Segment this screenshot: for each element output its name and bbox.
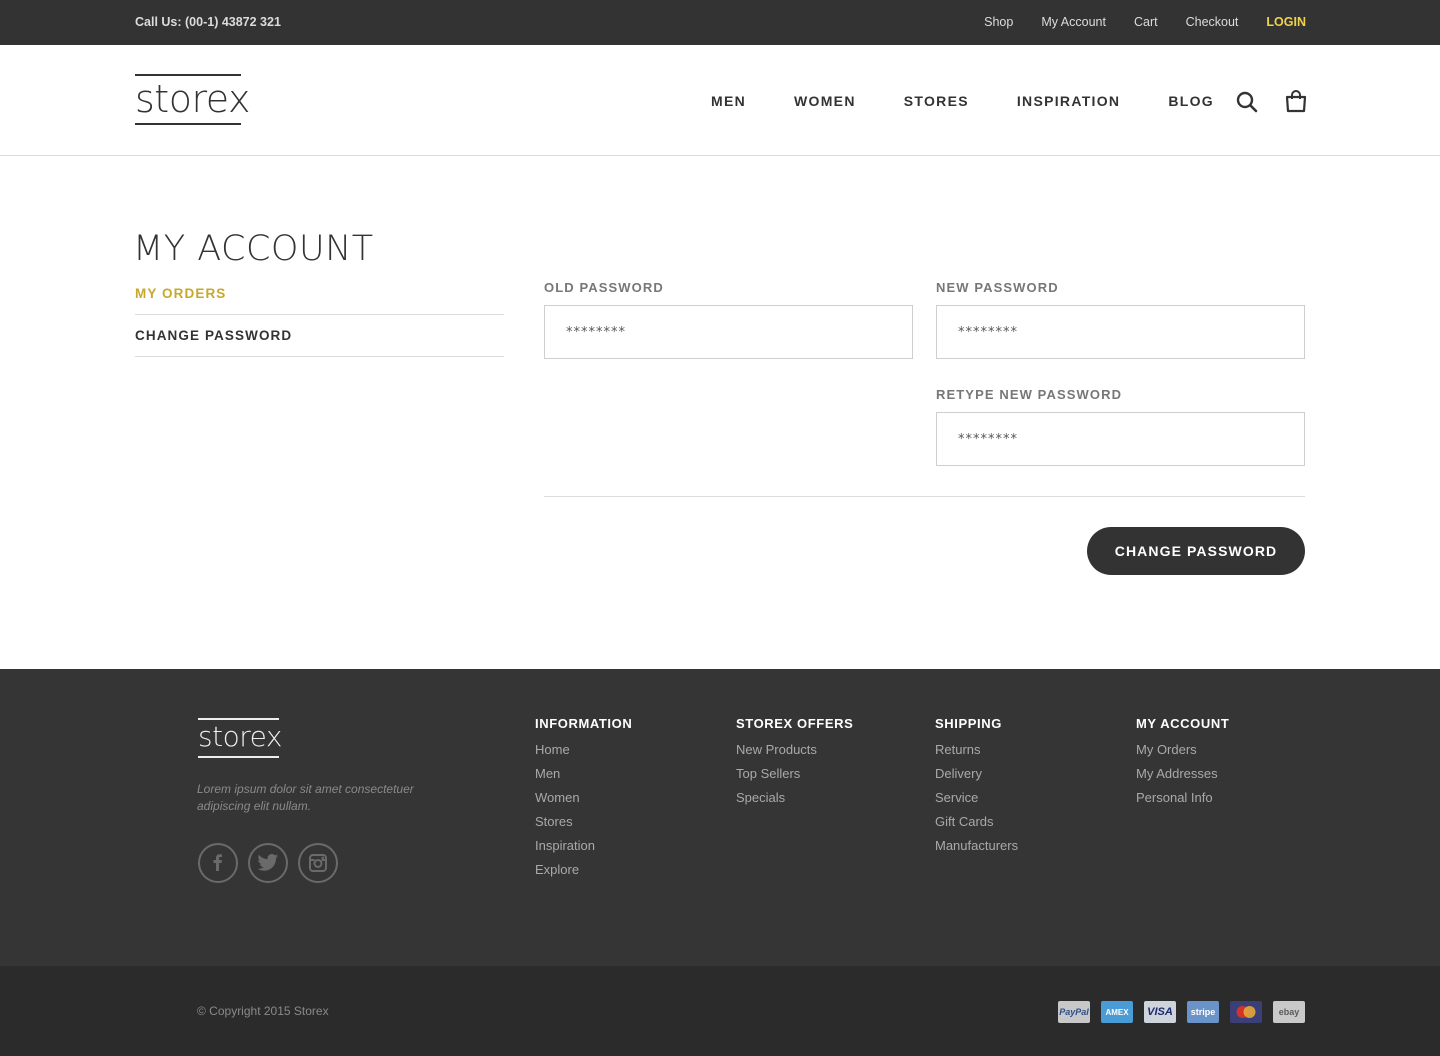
top-link-checkout[interactable]: Checkout	[1186, 15, 1239, 29]
footer-heading: SHIPPING	[935, 716, 1002, 731]
retype-password-field[interactable]: ********	[936, 412, 1305, 466]
top-link-my-account[interactable]: My Account	[1041, 15, 1106, 29]
bottom-bar: © Copyright 2015 Storex PayPal AMEX VISA…	[0, 966, 1440, 1056]
footer-link-personal-info[interactable]: Personal Info	[1136, 786, 1229, 810]
footer-link-returns[interactable]: Returns	[935, 738, 1018, 762]
call-us-text: Call Us: (00-1) 43872 321	[135, 15, 281, 29]
footer: storex Lorem ipsum dolor sit amet consec…	[0, 669, 1440, 966]
footer-column-shipping: SHIPPING Returns Delivery Service Gift C…	[935, 716, 1018, 858]
sidebar-item-change-password[interactable]: CHANGE PASSWORD	[135, 315, 504, 357]
logo[interactable]: storex	[135, 74, 250, 125]
footer-link-women[interactable]: Women	[535, 786, 632, 810]
new-password-label: NEW PASSWORD	[936, 280, 1059, 295]
footer-heading: STOREX OFFERS	[736, 716, 854, 731]
nav-blog[interactable]: BLOG	[1168, 93, 1214, 109]
footer-link-men[interactable]: Men	[535, 762, 632, 786]
ebay-icon: ebay	[1273, 1001, 1305, 1023]
footer-link-delivery[interactable]: Delivery	[935, 762, 1018, 786]
top-link-cart[interactable]: Cart	[1134, 15, 1158, 29]
footer-column-information: INFORMATION Home Men Women Stores Inspir…	[535, 716, 632, 882]
header: storex MEN WOMEN STORES INSPIRATION BLOG	[0, 45, 1440, 156]
facebook-icon[interactable]	[198, 843, 238, 883]
old-password-field[interactable]: ********	[544, 305, 913, 359]
nav-women[interactable]: WOMEN	[794, 93, 856, 109]
retype-password-label: RETYPE NEW PASSWORD	[936, 387, 1123, 402]
instagram-icon[interactable]	[298, 843, 338, 883]
footer-link-stores[interactable]: Stores	[535, 810, 632, 834]
mastercard-icon	[1230, 1001, 1262, 1023]
footer-link-explore[interactable]: Explore	[535, 858, 632, 882]
search-icon[interactable]	[1236, 91, 1258, 113]
top-links: Shop My Account Cart Checkout LOGIN	[984, 15, 1306, 29]
top-link-shop[interactable]: Shop	[984, 15, 1013, 29]
footer-heading: MY ACCOUNT	[1136, 716, 1230, 731]
copyright-text: © Copyright 2015 Storex	[197, 1004, 329, 1018]
paypal-icon: PayPal	[1058, 1001, 1090, 1023]
footer-link-my-addresses[interactable]: My Addresses	[1136, 762, 1229, 786]
footer-column-storex-offers: STOREX OFFERS New Products Top Sellers S…	[736, 716, 853, 810]
footer-link-new-products[interactable]: New Products	[736, 738, 853, 762]
sidebar-item-my-orders[interactable]: MY ORDERS	[135, 273, 504, 315]
old-password-label: OLD PASSWORD	[544, 280, 664, 295]
login-link[interactable]: LOGIN	[1266, 15, 1306, 29]
stripe-icon: stripe	[1187, 1001, 1219, 1023]
footer-link-home[interactable]: Home	[535, 738, 632, 762]
nav-stores[interactable]: STORES	[904, 93, 969, 109]
top-bar: Call Us: (00-1) 43872 321 Shop My Accoun…	[0, 0, 1440, 45]
shopping-bag-icon[interactable]	[1285, 89, 1307, 113]
footer-link-top-sellers[interactable]: Top Sellers	[736, 762, 853, 786]
account-sidebar: MY ORDERS CHANGE PASSWORD	[135, 273, 504, 357]
footer-link-service[interactable]: Service	[935, 786, 1018, 810]
footer-link-specials[interactable]: Specials	[736, 786, 853, 810]
footer-link-inspiration[interactable]: Inspiration	[535, 834, 632, 858]
page-title: MY ACCOUNT	[133, 229, 374, 269]
change-password-button[interactable]: CHANGE PASSWORD	[1087, 527, 1305, 575]
new-password-field[interactable]: ********	[936, 305, 1305, 359]
nav-men[interactable]: MEN	[711, 93, 746, 109]
footer-logo[interactable]: storex	[198, 718, 282, 758]
footer-link-my-orders[interactable]: My Orders	[1136, 738, 1229, 762]
form-divider	[544, 496, 1305, 497]
amex-icon: AMEX	[1101, 1001, 1133, 1023]
footer-link-manufacturers[interactable]: Manufacturers	[935, 834, 1018, 858]
main-nav: MEN WOMEN STORES INSPIRATION BLOG	[711, 93, 1262, 109]
footer-heading: INFORMATION	[535, 716, 633, 731]
footer-link-gift-cards[interactable]: Gift Cards	[935, 810, 1018, 834]
nav-inspiration[interactable]: INSPIRATION	[1017, 93, 1121, 109]
twitter-icon[interactable]	[248, 843, 288, 883]
footer-column-my-account: MY ACCOUNT My Orders My Addresses Person…	[1136, 716, 1229, 810]
visa-icon: VISA	[1144, 1001, 1176, 1023]
footer-description: Lorem ipsum dolor sit amet consectetuer …	[197, 782, 414, 813]
